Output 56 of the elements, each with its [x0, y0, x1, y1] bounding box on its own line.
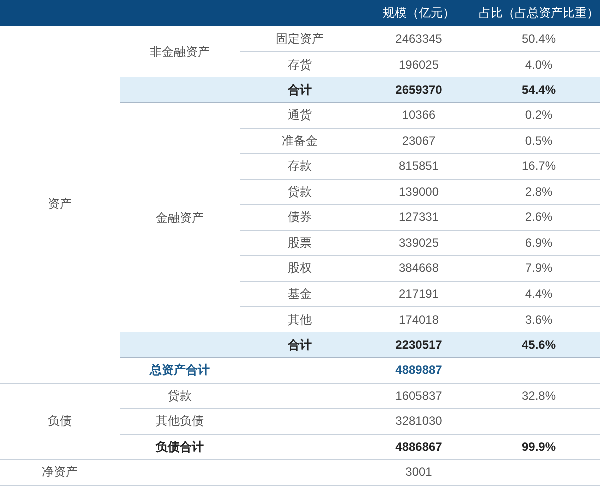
table-cell: 其他负债: [120, 408, 240, 434]
table-cell: 23067: [360, 128, 478, 154]
table-cell: 127331: [360, 204, 478, 230]
table-cell: 50.4%: [478, 26, 600, 52]
table-cell: 54.4%: [478, 77, 600, 102]
table-cell: 32.8%: [478, 383, 600, 408]
table-cell: 净资产: [0, 460, 120, 485]
table-cell: 99.9%: [478, 434, 600, 460]
table-cell: 存货: [240, 52, 360, 77]
table-cell: 3.6%: [478, 306, 600, 332]
header-cell: 规模（亿元）: [360, 0, 478, 26]
table-cell: 10366: [360, 102, 478, 128]
table-cell: 4.4%: [478, 281, 600, 306]
table-cell: 2463345: [360, 26, 478, 52]
table-cell: 196025: [360, 52, 478, 77]
table-cell: 负债: [0, 383, 120, 460]
table-cell: 4889887: [360, 358, 478, 383]
table-cell: 存款: [240, 154, 360, 179]
table-cell: 合计: [240, 77, 360, 102]
table-cell: 4.0%: [478, 52, 600, 77]
table-cell: 通货: [240, 102, 360, 128]
table-cell: 负债合计: [120, 434, 240, 460]
table-cell: 2230517: [360, 332, 478, 358]
table-cell: 4886867: [360, 434, 478, 460]
table-cell: 3001: [360, 460, 478, 485]
table-cell: 217191: [360, 281, 478, 306]
table-cell: 16.7%: [478, 154, 600, 179]
table-cell: 2659370: [360, 77, 478, 102]
table-cell: 2.6%: [478, 204, 600, 230]
table-cell: 股票: [240, 230, 360, 256]
table-cell: 0.5%: [478, 128, 600, 154]
table-cell: 基金: [240, 281, 360, 306]
table-cell: 45.6%: [478, 332, 600, 358]
table-cell: 固定资产: [240, 26, 360, 52]
table-cell: 总资产合计: [120, 358, 240, 383]
table-cell: 金融资产: [120, 102, 240, 332]
table-cell: 7.9%: [478, 256, 600, 281]
table-cell: 准备金: [240, 128, 360, 154]
table-cell: 339025: [360, 230, 478, 256]
table-cell: 合计: [240, 332, 360, 358]
table-cell: 贷款: [120, 383, 240, 408]
table-cell: 815851: [360, 154, 478, 179]
table-cell: 债券: [240, 204, 360, 230]
header-cell: 占比（占总资产比重）: [478, 0, 600, 26]
table-cell: 384668: [360, 256, 478, 281]
table-cell: 贷款: [240, 179, 360, 204]
table-cell: 其他: [240, 306, 360, 332]
table-cell: 2.8%: [478, 179, 600, 204]
table-cell: 股权: [240, 256, 360, 281]
table-cell: 非金融资产: [120, 26, 240, 77]
table-cell: 6.9%: [478, 230, 600, 256]
table-cell: 1605837: [360, 383, 478, 408]
table-cell: 174018: [360, 306, 478, 332]
table-cell: 0.2%: [478, 102, 600, 128]
table-cell: 139000: [360, 179, 478, 204]
table-cell: 3281030: [360, 408, 478, 434]
